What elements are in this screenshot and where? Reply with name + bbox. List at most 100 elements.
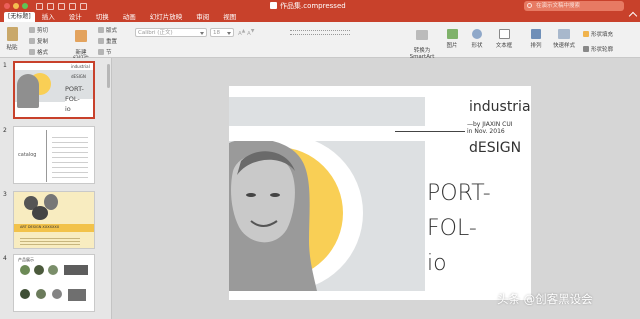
search-placeholder: 在演示文稿中搜索 [536, 3, 581, 9]
brush-icon [29, 49, 35, 55]
eye-right [270, 193, 280, 197]
scissors-icon [29, 27, 35, 33]
copy-button[interactable]: 复制 [29, 37, 48, 45]
document-title: 作品集.compressed [270, 0, 346, 12]
search-box[interactable]: 在演示文稿中搜索 [524, 1, 624, 11]
shape-outline-label: 形状轮廓 [591, 47, 614, 53]
thumb-banner-text: ART DESIGN XXXXXXX [20, 225, 60, 229]
shape-outline-button[interactable]: 形状轮廓 [583, 45, 613, 53]
thumb-product-image [20, 289, 30, 299]
print-icon[interactable] [80, 2, 87, 10]
shape-label: 形状 [471, 43, 483, 49]
window-controls [4, 3, 28, 9]
home-icon[interactable] [36, 2, 43, 10]
layout-icon [98, 27, 104, 33]
main-slide[interactable]: industrial —by JIAXIN CUI in Nov. 2016 d… [229, 86, 531, 300]
slide-big-text-1: PORT- [427, 181, 491, 206]
quick-styles-icon [558, 29, 570, 39]
quick-access-toolbar [36, 2, 87, 10]
thumb-line-1: PORT- [65, 85, 84, 93]
thumb-title: industrial [71, 64, 90, 69]
thumb-product-image [64, 265, 88, 275]
undo-icon[interactable] [58, 2, 65, 10]
tab-view[interactable]: 视图 [216, 12, 243, 22]
cut-button[interactable]: 剪切 [29, 26, 48, 34]
arrange-label: 排列 [530, 43, 542, 49]
thumb-line-2: FOL- [65, 95, 80, 103]
paste-icon [6, 27, 18, 41]
thumb-product-image [52, 289, 62, 299]
thumb-product-image [36, 289, 46, 299]
paste-label: 粘贴 [6, 45, 18, 51]
font-name-select[interactable]: Calibri (正文) [135, 28, 207, 37]
shape-button[interactable]: 形状 [468, 29, 486, 49]
save-icon[interactable] [47, 2, 54, 10]
tab-review[interactable]: 审阅 [189, 12, 216, 22]
textbox-button[interactable]: 文本框 [493, 29, 515, 49]
pen-icon [583, 46, 589, 52]
slide-thumbnail-3[interactable]: ART DESIGN XXXXXXX [13, 191, 95, 249]
quick-styles-button[interactable]: 快速样式 [549, 29, 579, 49]
picture-label: 图片 [446, 43, 458, 49]
redo-icon[interactable] [69, 2, 76, 10]
slide-date: in Nov. 2016 [467, 128, 505, 135]
new-slide-button[interactable]: 新建 幻灯片 [70, 24, 92, 62]
thumb-product-image [20, 265, 30, 275]
paste-button[interactable]: 粘贴 [4, 27, 20, 51]
thumb-line-3: io [65, 105, 71, 113]
quick-styles-label: 快速样式 [552, 43, 575, 49]
textbox-label: 文本框 [495, 43, 513, 49]
watermark-text: 头条 @创客黑设会 [497, 292, 593, 306]
reset-icon [98, 38, 104, 44]
picture-icon [446, 29, 458, 39]
arrange-button[interactable]: 排列 [527, 29, 545, 49]
tab-design[interactable]: 设计 [62, 12, 89, 22]
eye-left [246, 193, 256, 197]
smartart-icon [416, 30, 428, 40]
tab-file[interactable]: [无标题] [4, 12, 35, 22]
font-grow-shrink[interactable]: A▲ A▼ [238, 29, 254, 37]
section-label: 节 [106, 50, 112, 56]
thumb-subtitle: dESIGN [71, 74, 86, 79]
reset-button[interactable]: 重置 [98, 37, 117, 45]
slide-number: 1 [3, 62, 7, 69]
format-label: 格式 [37, 50, 49, 56]
top-gray-band [229, 97, 425, 126]
slide-thumbnail-2[interactable]: catalog [13, 126, 95, 184]
picture-button[interactable]: 图片 [443, 29, 461, 49]
close-window-button[interactable] [4, 3, 10, 9]
format-painter-button[interactable]: 格式 [29, 48, 48, 56]
convert-smartart-button[interactable]: 转换为 SmartArt [408, 24, 436, 60]
thumbnail-scrollbar[interactable] [107, 64, 110, 88]
slide-thumbnail-pane: 1 industrial dESIGN PORT- FOL- io 2 cata… [0, 58, 112, 319]
slide-big-text-3: io [427, 251, 447, 276]
paint-bucket-icon [583, 31, 589, 37]
new-slide-icon [75, 30, 87, 42]
font-name-value: Calibri (正文) [138, 30, 173, 36]
tab-slideshow[interactable]: 幻灯片放映 [143, 12, 190, 22]
chevron-down-icon [200, 32, 204, 35]
layout-label: 版式 [106, 28, 118, 34]
paragraph-list-controls[interactable] [290, 30, 350, 35]
textbox-icon [498, 29, 510, 39]
portrait-graphic [229, 141, 363, 291]
slide-number: 4 [3, 255, 7, 262]
font-size-select[interactable]: 18 [210, 28, 234, 37]
slide-thumbnail-1[interactable]: industrial dESIGN PORT- FOL- io [13, 61, 95, 119]
section-button[interactable]: 节 [98, 48, 112, 56]
slide-rule [395, 131, 465, 132]
collapse-ribbon-icon[interactable] [628, 11, 638, 21]
minimize-window-button[interactable] [13, 3, 19, 9]
ribbon: 粘贴 剪切 复制 格式 新建 幻灯片 版式 重置 节 Calibri (正文) … [0, 22, 640, 74]
tab-transitions[interactable]: 切换 [89, 12, 116, 22]
shape-fill-button[interactable]: 形状填充 [583, 30, 613, 38]
slide-byline: —by JIAXIN CUI [467, 121, 513, 128]
slide-thumbnail-4[interactable]: 产品展示 [13, 254, 95, 312]
font-size-value: 18 [213, 30, 220, 36]
tab-animations[interactable]: 动画 [116, 12, 143, 22]
section-icon [98, 49, 104, 55]
layout-button[interactable]: 版式 [98, 26, 117, 34]
zoom-window-button[interactable] [22, 3, 28, 9]
cut-label: 剪切 [37, 28, 49, 34]
tab-insert[interactable]: 插入 [35, 12, 62, 22]
